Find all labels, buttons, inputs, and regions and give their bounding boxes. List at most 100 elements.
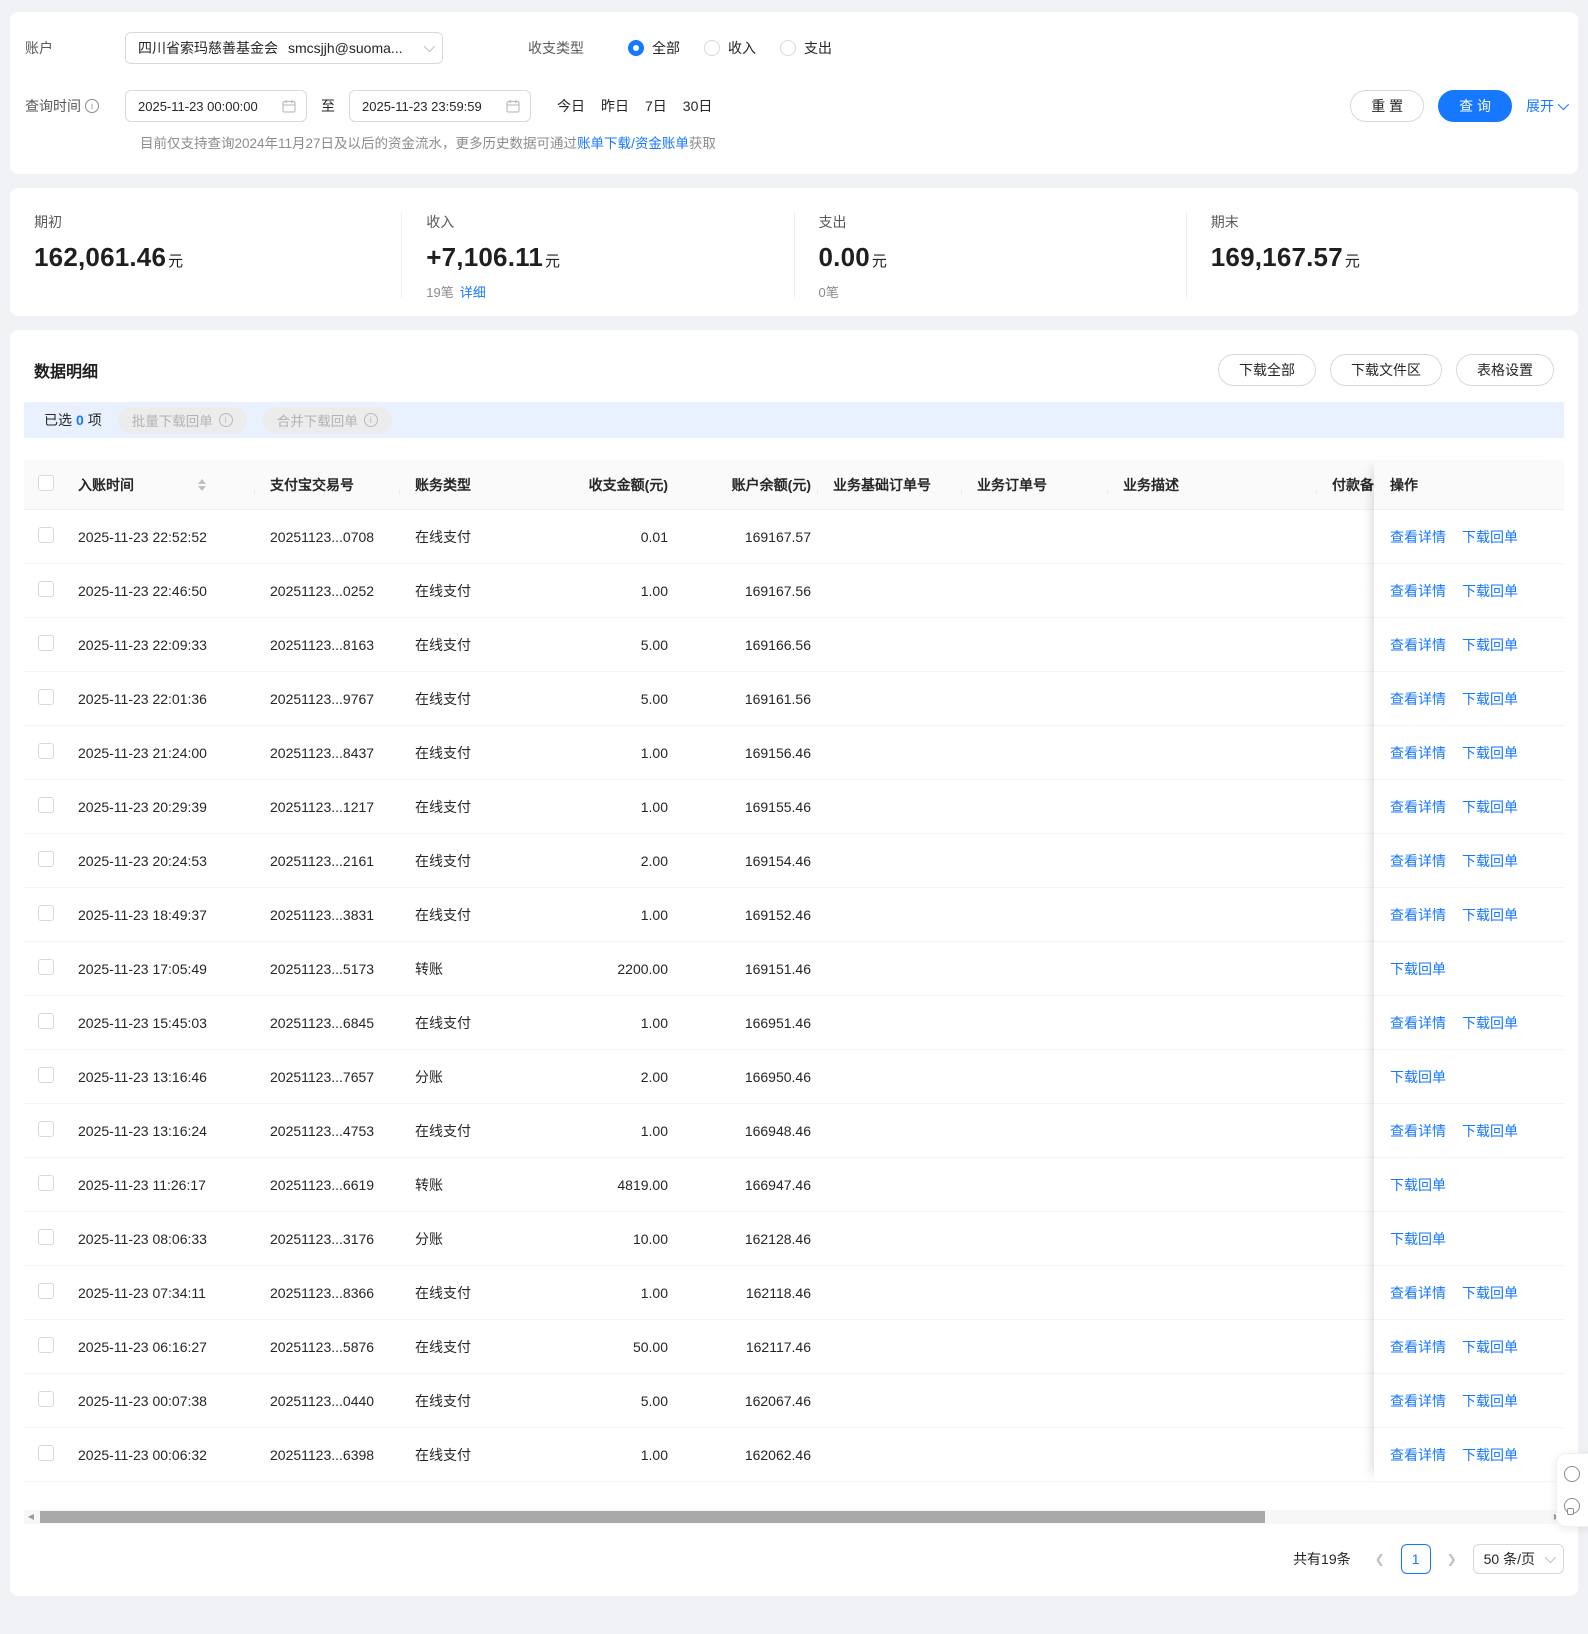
row-transaction-id: 20251123...3831 [254, 907, 399, 923]
radio-expense[interactable]: 支出 [780, 38, 832, 58]
row-checkbox[interactable] [38, 1121, 54, 1137]
account-select[interactable]: 四川省索玛慈善基金会 smcsjjh@suoma... [125, 32, 443, 64]
row-checkbox[interactable] [38, 1445, 54, 1461]
date-from-input[interactable]: 2025-11-23 00:00:00 [125, 90, 307, 122]
radio-income[interactable]: 收入 [704, 38, 756, 58]
view-detail-link[interactable]: 查看详情 [1390, 1445, 1446, 1465]
view-detail-link[interactable]: 查看详情 [1390, 527, 1446, 547]
income-detail-link[interactable]: 详细 [460, 285, 486, 300]
row-checkbox[interactable] [38, 1391, 54, 1407]
fixed-action-column: 操作 查看详情下载回单查看详情下载回单查看详情下载回单查看详情下载回单查看详情下… [1374, 460, 1564, 1482]
row-account-type: 在线支付 [399, 743, 544, 763]
merge-download-button[interactable]: 合并下载回单i [263, 407, 392, 434]
quick-today[interactable]: 今日 [557, 96, 585, 116]
download-receipt-link[interactable]: 下载回单 [1462, 905, 1518, 925]
view-detail-link[interactable]: 查看详情 [1390, 635, 1446, 655]
download-receipt-link[interactable]: 下载回单 [1462, 1283, 1518, 1303]
page-number[interactable]: 1 [1401, 1544, 1431, 1574]
download-receipt-link[interactable]: 下载回单 [1462, 743, 1518, 763]
download-receipt-link[interactable]: 下载回单 [1390, 959, 1446, 979]
download-all-button[interactable]: 下载全部 [1218, 354, 1316, 386]
view-detail-link[interactable]: 查看详情 [1390, 1121, 1446, 1141]
date-to-input[interactable]: 2025-11-23 23:59:59 [349, 90, 531, 122]
table-settings-button[interactable]: 表格设置 [1456, 354, 1554, 386]
income-label: 收入 [426, 212, 769, 232]
select-all-checkbox[interactable] [38, 475, 54, 491]
view-detail-link[interactable]: 查看详情 [1390, 1013, 1446, 1033]
page-size-select[interactable]: 50 条/页 [1473, 1544, 1564, 1574]
note-tail: 获取 [689, 136, 716, 151]
bill-download-link[interactable]: 账单下载 [577, 136, 631, 151]
view-detail-link[interactable]: 查看详情 [1390, 1337, 1446, 1357]
row-actions: 查看详情下载回单 [1374, 780, 1564, 834]
scrollbar-thumb[interactable] [40, 1511, 1265, 1523]
info-icon[interactable]: i [85, 99, 99, 113]
row-checkbox[interactable] [38, 1283, 54, 1299]
download-filezone-button[interactable]: 下载文件区 [1330, 354, 1442, 386]
row-checkbox[interactable] [38, 581, 54, 597]
quick-yesterday[interactable]: 昨日 [601, 96, 629, 116]
view-detail-link[interactable]: 查看详情 [1390, 797, 1446, 817]
fund-bill-link[interactable]: 资金账单 [635, 136, 689, 151]
row-amount: 4819.00 [544, 1177, 674, 1193]
row-account-type: 在线支付 [399, 527, 544, 547]
help-icon[interactable] [1564, 1466, 1580, 1482]
row-checkbox[interactable] [38, 1229, 54, 1245]
query-button[interactable]: 查 询 [1438, 90, 1512, 122]
download-receipt-link[interactable]: 下载回单 [1390, 1175, 1446, 1195]
download-receipt-link[interactable]: 下载回单 [1390, 1067, 1446, 1087]
prev-page-icon[interactable]: ❮ [1367, 1546, 1393, 1572]
download-receipt-link[interactable]: 下载回单 [1462, 851, 1518, 871]
scrollbar-track[interactable] [38, 1510, 1550, 1524]
view-detail-link[interactable]: 查看详情 [1390, 581, 1446, 601]
table-row: 2025-11-23 20:24:5320251123...2161在线支付2.… [24, 834, 1564, 888]
batch-download-button[interactable]: 批量下载回单i [118, 407, 247, 434]
currency-unit: 元 [1345, 253, 1360, 270]
sort-icon[interactable] [198, 479, 206, 491]
download-receipt-link[interactable]: 下载回单 [1462, 635, 1518, 655]
scroll-left-icon[interactable]: ◀ [24, 1510, 38, 1524]
view-detail-link[interactable]: 查看详情 [1390, 743, 1446, 763]
quick-7d[interactable]: 7日 [645, 96, 667, 116]
reset-button[interactable]: 重 置 [1350, 90, 1424, 122]
account-label: 账户 [25, 38, 125, 58]
row-checkbox[interactable] [38, 797, 54, 813]
row-checkbox[interactable] [38, 1175, 54, 1191]
row-checkbox[interactable] [38, 743, 54, 759]
download-receipt-link[interactable]: 下载回单 [1462, 581, 1518, 601]
row-checkbox[interactable] [38, 527, 54, 543]
download-receipt-link[interactable]: 下载回单 [1462, 1445, 1518, 1465]
download-receipt-link[interactable]: 下载回单 [1462, 797, 1518, 817]
next-page-icon[interactable]: ❯ [1439, 1546, 1465, 1572]
download-receipt-link[interactable]: 下载回单 [1462, 1121, 1518, 1141]
row-checkbox[interactable] [38, 689, 54, 705]
download-receipt-link[interactable]: 下载回单 [1462, 1391, 1518, 1411]
view-detail-link[interactable]: 查看详情 [1390, 1283, 1446, 1303]
download-receipt-link[interactable]: 下载回单 [1462, 1013, 1518, 1033]
expand-link[interactable]: 展开 [1526, 96, 1566, 116]
radio-all[interactable]: 全部 [628, 38, 680, 58]
view-detail-link[interactable]: 查看详情 [1390, 851, 1446, 871]
row-checkbox[interactable] [38, 635, 54, 651]
customer-service-icon[interactable] [1564, 1498, 1580, 1514]
row-amount: 1.00 [544, 745, 674, 761]
row-checkbox[interactable] [38, 1013, 54, 1029]
download-receipt-link[interactable]: 下载回单 [1462, 1337, 1518, 1357]
row-checkbox[interactable] [38, 1337, 54, 1353]
row-transaction-id: 20251123...7657 [254, 1069, 399, 1085]
view-detail-link[interactable]: 查看详情 [1390, 1391, 1446, 1411]
quick-30d[interactable]: 30日 [683, 96, 713, 116]
row-checkbox[interactable] [38, 905, 54, 921]
floating-help-widget[interactable] [1556, 1453, 1588, 1527]
view-detail-link[interactable]: 查看详情 [1390, 905, 1446, 925]
view-detail-link[interactable]: 查看详情 [1390, 689, 1446, 709]
download-receipt-link[interactable]: 下载回单 [1462, 527, 1518, 547]
row-checkbox[interactable] [38, 851, 54, 867]
download-receipt-link[interactable]: 下载回单 [1462, 689, 1518, 709]
row-checkbox[interactable] [38, 959, 54, 975]
download-receipt-link[interactable]: 下载回单 [1390, 1229, 1446, 1249]
row-checkbox[interactable] [38, 1067, 54, 1083]
radio-expense-label: 支出 [804, 38, 832, 58]
row-actions: 查看详情下载回单 [1374, 1428, 1564, 1482]
horizontal-scrollbar[interactable]: ◀ ▶ [24, 1510, 1564, 1524]
